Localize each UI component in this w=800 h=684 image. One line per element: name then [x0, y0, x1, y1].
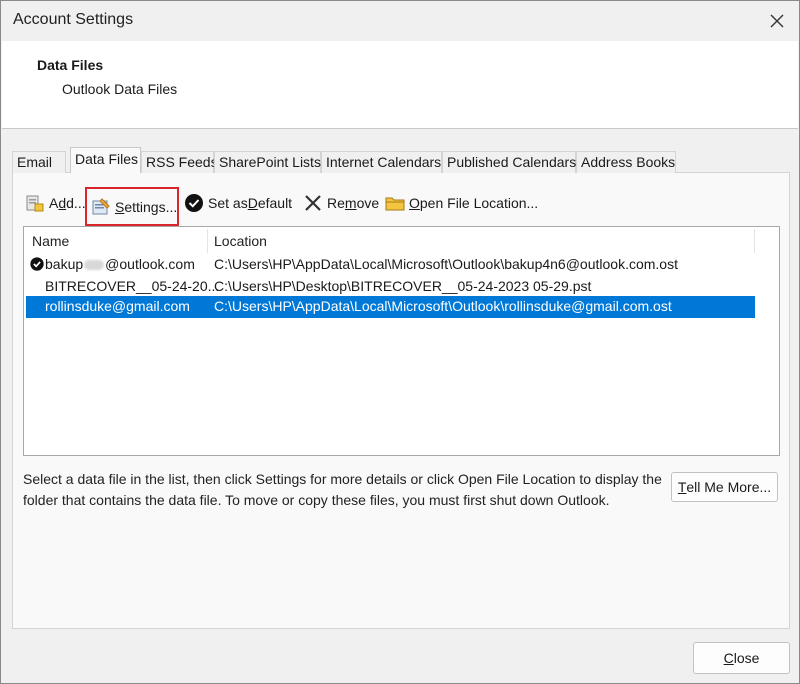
tell-me-label-post: ell Me More... [686, 479, 772, 495]
window-title: Account Settings [13, 11, 134, 28]
default-checkmark-icon [30, 257, 45, 272]
open-location-label-post: pen File Location... [419, 195, 539, 211]
list-item-selected[interactable]: rollinsduke@gmail.com C:\Users\HP\AppDat… [26, 296, 755, 318]
remove-label-pre: Re [327, 195, 345, 211]
tab-published-calendars[interactable]: Published Calendars [442, 151, 576, 173]
add-data-file-icon [25, 193, 45, 213]
redacted-text [84, 260, 105, 271]
tab-rss-feeds[interactable]: RSS Feeds [141, 151, 218, 173]
file-location: C:\Users\HP\AppData\Local\Microsoft\Outl… [214, 256, 678, 272]
file-name: rollinsduke@gmail.com [45, 298, 190, 314]
file-name-part-1: bakup [45, 256, 84, 272]
add-label-accel: d [58, 195, 67, 211]
list-header-filler [755, 229, 778, 253]
tab-address-books[interactable]: Address Books [576, 151, 676, 173]
title-bar: Account Settings [1, 1, 799, 41]
file-location: C:\Users\HP\Desktop\BITRECOVER__05-24-20… [214, 278, 592, 294]
set-default-label-accel: D [247, 195, 258, 211]
account-settings-dialog: Account Settings Data Files Outlook Data… [0, 0, 800, 684]
open-file-location-button[interactable]: Open File Location... [385, 188, 538, 218]
remove-label-accel: m [344, 195, 357, 211]
settings-label-post: ettings... [124, 198, 178, 215]
tell-me-label-accel: T [677, 479, 687, 495]
set-as-default-button[interactable]: Set as Default [184, 188, 292, 218]
add-label-pre: A [49, 195, 59, 211]
column-header-name[interactable]: Name [26, 229, 208, 253]
settings-button[interactable]: Settings... [85, 187, 179, 226]
close-label-post: lose [733, 650, 760, 666]
header-subtitle: Outlook Data Files [62, 81, 178, 97]
add-button[interactable]: Ad d... [25, 188, 86, 218]
remove-label-post: ove [356, 195, 380, 211]
set-default-label-post: efault [257, 195, 293, 211]
tab-email[interactable]: Email [12, 151, 66, 173]
file-name: BITRECOVER__05-24-20... [45, 278, 220, 294]
tab-data-files[interactable]: Data Files [70, 147, 141, 173]
settings-icon [91, 197, 111, 217]
tell-me-more-button[interactable]: Tell Me More... [671, 472, 778, 502]
tab-internet-calendars[interactable]: Internet Calendars [321, 151, 442, 173]
header-title: Data Files [37, 57, 104, 73]
checkmark-circle-icon [184, 193, 204, 213]
close-label-accel: C [723, 650, 734, 666]
set-default-label-pre: Set as [208, 195, 248, 211]
close-button[interactable]: Close [693, 642, 790, 674]
close-icon[interactable] [763, 7, 791, 35]
remove-button[interactable]: Re m ove [303, 188, 379, 218]
list-item[interactable]: BITRECOVER__05-24-20... C:\Users\HP\Desk… [26, 276, 755, 298]
column-header-location[interactable]: Location [208, 229, 755, 253]
dialog-header: Data Files Outlook Data Files [2, 41, 798, 129]
tab-sharepoint-lists[interactable]: SharePoint Lists [214, 151, 321, 173]
open-location-label-accel: O [409, 195, 420, 211]
file-name-part-2: @outlook.com [105, 256, 195, 272]
file-name: bakup @outlook.com [45, 256, 195, 272]
add-label-post: d... [66, 195, 86, 211]
data-files-list[interactable]: Name Location bakup @outlook.com C:\Users… [23, 226, 780, 456]
help-text: Select a data file in the list, then cli… [23, 471, 662, 508]
folder-icon [385, 193, 405, 213]
remove-x-icon [303, 193, 323, 213]
settings-label-accel: S [115, 198, 125, 215]
file-location: C:\Users\HP\AppData\Local\Microsoft\Outl… [214, 298, 672, 314]
list-item[interactable]: bakup @outlook.com C:\Users\HP\AppData\Lo… [26, 254, 755, 276]
